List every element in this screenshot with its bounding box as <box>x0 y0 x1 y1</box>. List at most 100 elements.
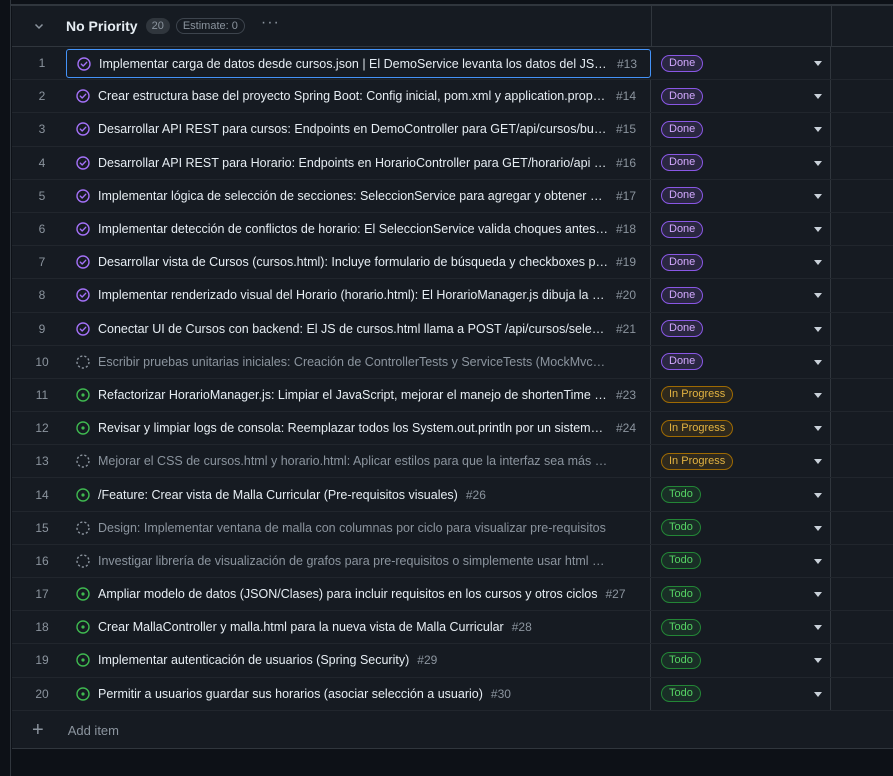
status-cell[interactable]: Done <box>651 113 831 146</box>
title-cell[interactable]: Crear MallaController y malla.html para … <box>66 611 651 644</box>
title-cell[interactable]: /Feature: Crear vista de Malla Curricula… <box>66 478 651 511</box>
status-dropdown-icon[interactable] <box>814 359 822 365</box>
title-cell[interactable]: Conectar UI de Cursos con backend: El JS… <box>66 312 651 345</box>
item-title-link[interactable]: Desarrollar vista de Cursos (cursos.html… <box>98 255 608 269</box>
status-cell[interactable]: Todo <box>651 478 831 511</box>
item-title-link[interactable]: Investigar librería de visualización de … <box>98 554 608 568</box>
title-cell[interactable]: Design: Implementar ventana de malla con… <box>66 511 651 544</box>
status-dropdown-icon[interactable] <box>814 193 822 199</box>
status-dropdown-icon[interactable] <box>814 160 822 166</box>
status-cell[interactable]: Done <box>651 146 831 179</box>
title-cell[interactable]: Revisar y limpiar logs de consola: Reemp… <box>66 412 651 445</box>
status-dropdown-icon[interactable] <box>814 392 822 398</box>
status-cell[interactable]: Done <box>651 246 831 279</box>
title-cell[interactable]: Implementar renderizado visual del Horar… <box>66 279 651 312</box>
status-dropdown-icon[interactable] <box>814 658 822 664</box>
status-cell[interactable]: In Progress <box>651 445 831 478</box>
table-row[interactable]: 8 Implementar renderizado visual del Hora… <box>12 279 893 313</box>
item-title-link[interactable]: Permitir a usuarios guardar sus horarios… <box>98 687 483 701</box>
table-row[interactable]: 18 Crear MallaController y malla.html par… <box>12 611 893 645</box>
status-dropdown-icon[interactable] <box>814 326 822 332</box>
title-cell[interactable]: Refactorizar HorarioManager.js: Limpiar … <box>66 378 651 412</box>
status-cell[interactable]: Done <box>651 312 831 345</box>
item-title-link[interactable]: Escribir pruebas unitarias iniciales: Cr… <box>98 355 608 369</box>
table-row[interactable]: 17 Ampliar modelo de datos (JSON/Clases) … <box>12 578 893 612</box>
table-row[interactable]: 16 Investigar librería de visualización d… <box>12 544 893 578</box>
status-dropdown-icon[interactable] <box>814 260 822 266</box>
status-dropdown-icon[interactable] <box>814 94 822 100</box>
status-dropdown-icon[interactable] <box>814 459 822 465</box>
status-dropdown-icon[interactable] <box>814 625 822 631</box>
title-cell[interactable]: Implementar carga de datos desde cursos.… <box>66 49 651 78</box>
status-cell[interactable]: Done <box>651 279 831 312</box>
item-title-link[interactable]: Crear estructura base del proyecto Sprin… <box>98 89 608 103</box>
item-title-link[interactable]: Design: Implementar ventana de malla con… <box>98 521 606 535</box>
title-cell[interactable]: Desarrollar API REST para Horario: Endpo… <box>66 146 651 179</box>
table-row[interactable]: 1 Implementar carga de datos desde cursos… <box>12 47 893 81</box>
status-cell[interactable]: Todo <box>651 578 831 611</box>
item-title-link[interactable]: Implementar lógica de selección de secci… <box>98 189 608 203</box>
table-row[interactable]: 12 Revisar y limpiar logs de consola: Ree… <box>12 412 893 446</box>
title-cell[interactable]: Mejorar el CSS de cursos.html y horario.… <box>66 445 651 478</box>
item-title-link[interactable]: Conectar UI de Cursos con backend: El JS… <box>98 322 608 336</box>
status-dropdown-icon[interactable] <box>814 127 822 133</box>
title-cell[interactable]: Crear estructura base del proyecto Sprin… <box>66 80 651 113</box>
status-cell[interactable]: Done <box>651 212 831 246</box>
status-cell[interactable]: Done <box>651 80 831 113</box>
status-dropdown-icon[interactable] <box>814 293 822 299</box>
table-row[interactable]: 14/Feature: Crear vista de Malla Curricu… <box>12 478 893 512</box>
item-title-link[interactable]: Implementar carga de datos desde cursos.… <box>99 57 609 71</box>
title-cell[interactable]: Implementar lógica de selección de secci… <box>66 179 651 212</box>
status-dropdown-icon[interactable] <box>814 691 822 697</box>
title-cell[interactable]: Desarrollar API REST para cursos: Endpoi… <box>66 113 651 146</box>
status-dropdown-icon[interactable] <box>814 426 822 432</box>
table-row[interactable]: 2 Crear estructura base del proyecto Spri… <box>12 80 893 114</box>
item-title-link[interactable]: Implementar renderizado visual del Horar… <box>98 288 608 302</box>
title-cell[interactable]: Escribir pruebas unitarias iniciales: Cr… <box>66 345 651 378</box>
table-row[interactable]: 10 Escribir pruebas unitarias iniciales: … <box>12 345 893 379</box>
status-cell[interactable]: Todo <box>651 544 831 577</box>
item-title-link[interactable]: Desarrollar API REST para cursos: Endpoi… <box>98 122 608 136</box>
status-cell[interactable]: Done <box>651 345 831 378</box>
item-title-link[interactable]: Refactorizar HorarioManager.js: Limpiar … <box>98 388 608 402</box>
add-item-button[interactable]: Add item <box>68 723 119 738</box>
item-title-link[interactable]: Revisar y limpiar logs de consola: Reemp… <box>98 421 608 435</box>
table-row[interactable]: 4 Desarrollar API REST para Horario: Endp… <box>12 146 893 180</box>
status-dropdown-icon[interactable] <box>814 61 822 67</box>
table-row[interactable]: 11 Refactorizar HorarioManager.js: Limpia… <box>12 378 893 413</box>
title-cell[interactable]: Implementar autenticación de usuarios (S… <box>66 644 651 677</box>
status-cell[interactable]: In Progress <box>651 378 831 412</box>
plus-icon[interactable]: + <box>32 720 44 740</box>
status-dropdown-icon[interactable] <box>814 227 822 233</box>
title-cell[interactable]: Permitir a usuarios guardar sus horarios… <box>66 677 651 710</box>
item-title-link[interactable]: Mejorar el CSS de cursos.html y horario.… <box>98 454 608 468</box>
table-row[interactable]: 13 Mejorar el CSS de cursos.html y horari… <box>12 445 893 479</box>
item-title-link[interactable]: Crear MallaController y malla.html para … <box>98 620 504 634</box>
status-cell[interactable]: Todo <box>651 611 831 644</box>
table-row[interactable]: 19 Implementar autenticación de usuarios … <box>12 644 893 678</box>
status-dropdown-icon[interactable] <box>814 558 822 564</box>
item-title-link[interactable]: /Feature: Crear vista de Malla Curricula… <box>98 488 458 502</box>
table-row[interactable]: 15 Design: Implementar ventana de malla c… <box>12 511 893 545</box>
chevron-down-icon[interactable] <box>32 19 46 33</box>
item-title-link[interactable]: Desarrollar API REST para Horario: Endpo… <box>98 156 608 170</box>
status-cell[interactable]: Todo <box>651 511 831 544</box>
title-cell[interactable]: Ampliar modelo de datos (JSON/Clases) pa… <box>66 578 651 611</box>
item-title-link[interactable]: Ampliar modelo de datos (JSON/Clases) pa… <box>98 587 598 601</box>
status-cell[interactable]: Done <box>651 47 831 80</box>
status-dropdown-icon[interactable] <box>814 592 822 598</box>
status-cell[interactable]: Todo <box>651 644 831 677</box>
table-row[interactable]: 20 Permitir a usuarios guardar sus horari… <box>12 677 893 711</box>
status-dropdown-icon[interactable] <box>814 525 822 531</box>
status-cell[interactable]: Done <box>651 179 831 212</box>
add-item-row[interactable]: + Add item <box>12 712 893 748</box>
item-title-link[interactable]: Implementar detección de conflictos de h… <box>98 222 608 236</box>
table-row[interactable]: 3 Desarrollar API REST para cursos: Endpo… <box>12 113 893 147</box>
more-options-icon[interactable]: ··· <box>261 15 280 34</box>
title-cell[interactable]: Implementar detección de conflictos de h… <box>66 212 651 246</box>
item-title-link[interactable]: Implementar autenticación de usuarios (S… <box>98 653 409 667</box>
title-cell[interactable]: Investigar librería de visualización de … <box>66 544 651 577</box>
table-row[interactable]: 5 Implementar lógica de selección de secc… <box>12 179 893 213</box>
title-cell[interactable]: Desarrollar vista de Cursos (cursos.html… <box>66 246 651 279</box>
status-dropdown-icon[interactable] <box>814 492 822 498</box>
